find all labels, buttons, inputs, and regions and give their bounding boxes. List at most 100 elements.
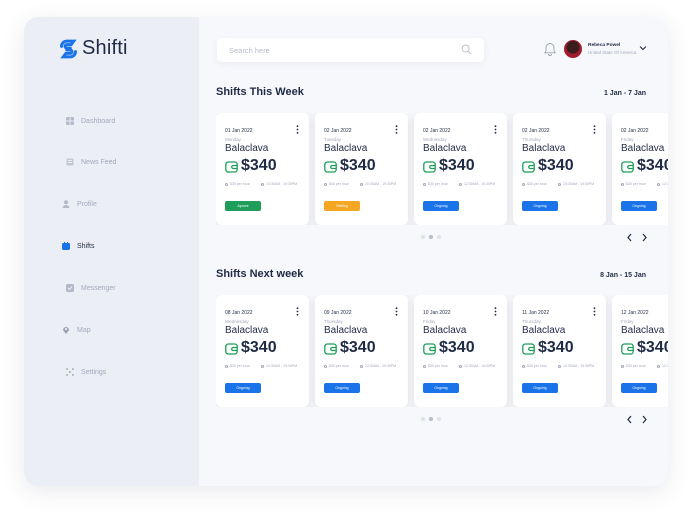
clock-icon: [657, 364, 660, 368]
page-dot[interactable]: [437, 417, 441, 421]
status-button[interactable]: Aprove: [225, 201, 261, 211]
more-options-icon[interactable]: [395, 125, 398, 134]
shift-weekday: Wednesday: [423, 137, 447, 142]
search-input[interactable]: [229, 43, 449, 57]
page-dot[interactable]: [421, 417, 425, 421]
avatar[interactable]: [564, 40, 582, 58]
shift-card[interactable]: 02 Jan 2022 Friday Balaclava $340 $30 pe…: [612, 113, 668, 225]
shift-card[interactable]: 10 Jan 2022 Friday Balaclava $340 $30 pe…: [414, 295, 507, 407]
status-button[interactable]: Ongoing: [225, 383, 261, 393]
page-dot-active[interactable]: [429, 417, 433, 421]
logo[interactable]: Shifti: [58, 37, 128, 60]
pagination-dots[interactable]: [421, 235, 441, 239]
status-button[interactable]: Ongoing: [522, 201, 558, 211]
status-button[interactable]: Ongoing: [621, 383, 657, 393]
notification-bell-icon[interactable]: [544, 42, 556, 56]
shift-card[interactable]: 09 Jan 2022 Thursday Balaclava $340 $30 …: [315, 295, 408, 407]
shift-time-text: 10:30AM - 19:30PM: [563, 364, 595, 368]
shift-card[interactable]: 02 Jan 2022 Wednesday Balaclava $340 $30…: [414, 113, 507, 225]
shift-time-text: 10:30AM - 19:30PM: [266, 182, 298, 186]
shift-time: 10:30AM - 19:30PM: [261, 182, 297, 186]
shift-card[interactable]: 02 Jan 2022 Tuesday Balaclava $340 $30 p…: [315, 113, 408, 225]
chevron-right-icon[interactable]: [641, 233, 648, 242]
shift-time: 10:30AM - 19:30PM: [261, 364, 297, 368]
shift-rate: $30 per hour: [324, 364, 349, 368]
wallet-icon: [522, 161, 535, 173]
search-icon[interactable]: [461, 44, 472, 55]
clock-icon: [621, 182, 624, 186]
wallet-icon: [225, 343, 238, 355]
sidebar-item-messenger[interactable]: Messenger: [66, 284, 116, 292]
shift-rate: $30 per hour: [423, 364, 448, 368]
page-dot-active[interactable]: [429, 235, 433, 239]
shift-price: $340: [538, 157, 574, 174]
sidebar-item-profile[interactable]: Profile: [62, 200, 97, 208]
cards-this-week: 01 Jan 2022 Monday Balaclava $340 $30 pe…: [216, 113, 668, 225]
clock-icon: [360, 364, 363, 368]
shift-rate: $30 per hour: [225, 182, 250, 186]
page-dot[interactable]: [437, 235, 441, 239]
status-button[interactable]: Ongoing: [423, 383, 459, 393]
status-button[interactable]: Ongoing: [621, 201, 657, 211]
shift-date: 02 Jan 2022: [423, 128, 451, 134]
wallet-icon: [522, 343, 535, 355]
more-options-icon[interactable]: [494, 307, 497, 316]
clock-icon: [459, 364, 462, 368]
pagination-dots[interactable]: [421, 417, 441, 421]
shift-rate: $30 per hour: [621, 364, 646, 368]
chevron-down-icon[interactable]: [639, 45, 647, 51]
shift-weekday: Thursday: [324, 319, 343, 324]
sidebar-item-settings[interactable]: Settings: [66, 368, 106, 376]
chevron-right-icon[interactable]: [641, 415, 648, 424]
more-options-icon[interactable]: [494, 125, 497, 134]
chevron-left-icon[interactable]: [626, 415, 633, 424]
clock-icon: [621, 364, 624, 368]
sidebar-item-label: Dashboard: [81, 117, 116, 125]
carousel-arrows: [626, 415, 648, 424]
shift-location: Balaclava: [522, 143, 566, 154]
shift-time: 12:30AM - 19:30PM: [459, 364, 495, 368]
sidebar-item-news-feed[interactable]: News Feed: [66, 158, 116, 166]
shift-card[interactable]: 01 Jan 2022 Monday Balaclava $340 $30 pe…: [216, 113, 309, 225]
shift-price: $340: [340, 339, 376, 356]
sidebar-item-map[interactable]: Map: [62, 326, 91, 334]
clock-icon: [558, 182, 561, 186]
shift-card[interactable]: 08 Jan 2022 Wednesday Balaclava $340 $30…: [216, 295, 309, 407]
shift-card[interactable]: 02 Jan 2022 Thursday Balaclava $340 $30 …: [513, 113, 606, 225]
search-bar[interactable]: [217, 38, 484, 62]
status-button[interactable]: Waiting: [324, 201, 360, 211]
date-range-this-week: 1 Jan - 7 Jan: [603, 90, 646, 97]
shift-weekday: Friday: [423, 319, 436, 324]
sidebar-item-label: Shifts: [77, 242, 95, 250]
shift-rate-text: $30 per hour: [230, 364, 250, 368]
more-options-icon[interactable]: [296, 307, 299, 316]
shift-time-text: 12:30AM - 19:30PM: [464, 182, 496, 186]
chevron-left-icon[interactable]: [626, 233, 633, 242]
wallet-icon: [423, 161, 436, 173]
shift-price: $340: [439, 339, 475, 356]
shift-location: Balaclava: [324, 143, 368, 154]
more-options-icon[interactable]: [593, 125, 596, 134]
shift-location: Balaclava: [423, 143, 467, 154]
more-options-icon[interactable]: [593, 307, 596, 316]
more-options-icon[interactable]: [296, 125, 299, 134]
status-button[interactable]: Ongoing: [324, 383, 360, 393]
wallet-icon: [621, 161, 634, 173]
page-dot[interactable]: [421, 235, 425, 239]
map-pin-icon: [63, 327, 69, 334]
shift-rate-text: $30 per hour: [527, 182, 547, 186]
shift-card[interactable]: 12 Jan 2022 Friday Balaclava $340 $30 pe…: [612, 295, 668, 407]
shift-weekday: Friday: [621, 137, 634, 142]
status-button[interactable]: Ongoing: [522, 383, 558, 393]
more-options-icon[interactable]: [395, 307, 398, 316]
app-window: Shifti Dashboard News Feed Profile Shift…: [24, 17, 668, 486]
sidebar-item-shifts[interactable]: Shifts: [62, 242, 95, 250]
shift-date: 12 Jan 2022: [621, 310, 649, 316]
clock-icon: [261, 182, 264, 186]
status-button[interactable]: Ongoing: [423, 201, 459, 211]
date-range-next-week: 8 Jan - 15 Jan: [600, 272, 646, 279]
sidebar-item-dashboard[interactable]: Dashboard: [66, 117, 115, 125]
shift-card[interactable]: 11 Jan 2022 Thursday Balaclava $340 $30 …: [513, 295, 606, 407]
shift-price: $340: [637, 339, 668, 356]
dashboard-icon: [66, 117, 74, 125]
